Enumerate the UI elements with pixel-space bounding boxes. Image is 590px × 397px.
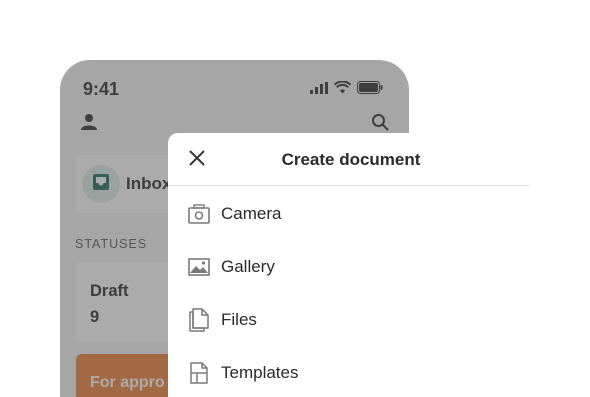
menu-item-camera[interactable]: Camera bbox=[168, 187, 530, 240]
menu-item-label: Templates bbox=[221, 362, 299, 382]
create-options-menu: Camera Gallery Files Templates bbox=[168, 187, 530, 397]
sheet-title: Create document bbox=[281, 150, 421, 169]
template-icon bbox=[187, 361, 211, 385]
menu-item-label: Gallery bbox=[221, 256, 275, 276]
sheet-header: Create document bbox=[168, 133, 530, 186]
menu-item-templates[interactable]: Templates bbox=[168, 346, 530, 397]
camera-icon bbox=[187, 202, 211, 226]
menu-item-gallery[interactable]: Gallery bbox=[168, 240, 530, 293]
create-document-sheet: Create document Camera Gallery Files Tem… bbox=[168, 133, 548, 397]
menu-item-label: Camera bbox=[221, 203, 282, 223]
files-icon bbox=[187, 307, 211, 332]
menu-item-files[interactable]: Files bbox=[168, 293, 530, 346]
image-icon bbox=[187, 255, 211, 279]
menu-item-label: Files bbox=[221, 309, 257, 329]
